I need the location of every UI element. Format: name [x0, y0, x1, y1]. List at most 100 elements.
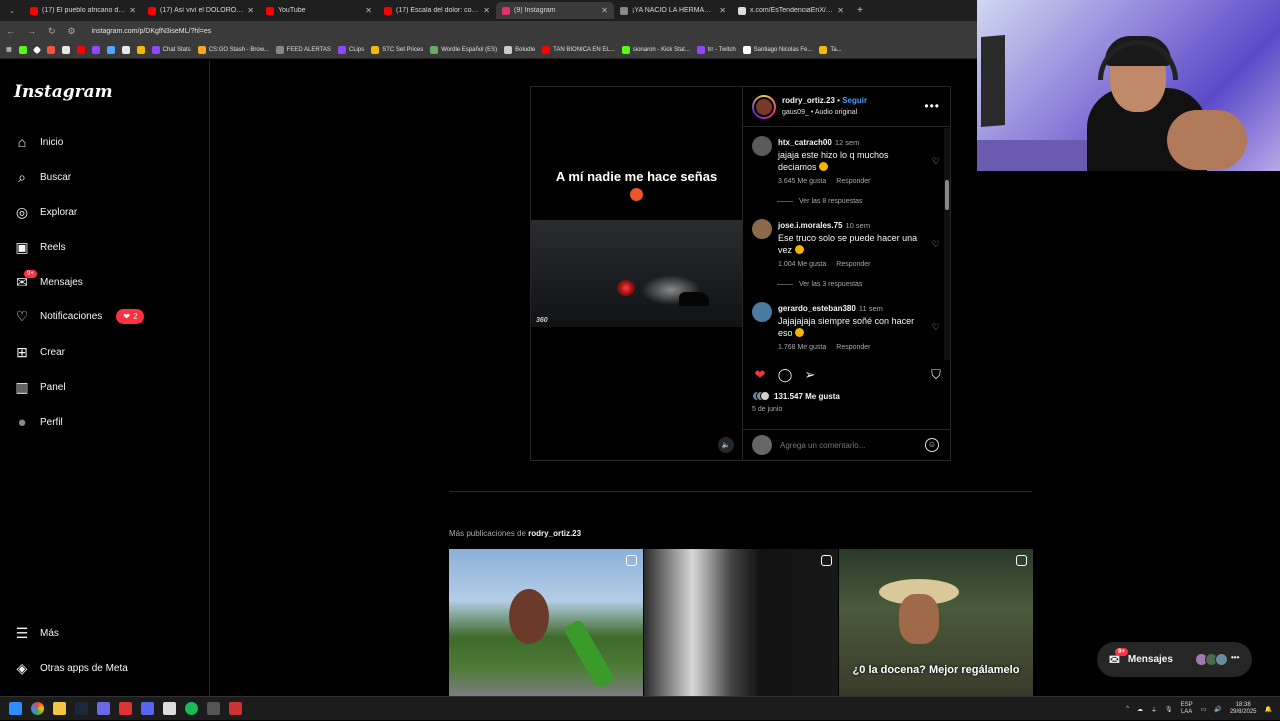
forward-icon[interactable]: →: [27, 26, 36, 36]
comment-time[interactable]: 12 sem: [835, 138, 860, 147]
tab-close-icon[interactable]: ✕: [129, 6, 136, 15]
app-icon[interactable]: [163, 702, 176, 715]
browser-tab[interactable]: YouTube ✕: [260, 2, 378, 19]
more-options-icon[interactable]: •••: [924, 99, 940, 113]
app-icon[interactable]: [207, 702, 220, 715]
share-icon[interactable]: ➢: [802, 367, 818, 383]
tab-close-icon[interactable]: ✕: [601, 6, 608, 15]
bookmark-icon[interactable]: [76, 45, 85, 54]
comment-likes[interactable]: 1.768 Me gusta: [778, 344, 826, 351]
sidebar-item-perfil[interactable]: ● Perfil: [14, 412, 62, 432]
tab-close-icon[interactable]: ✕: [247, 6, 254, 15]
kick-icon[interactable]: [18, 45, 27, 54]
tab-close-icon[interactable]: ✕: [365, 6, 372, 15]
sidebar-item-explorar[interactable]: ◎ Explorar: [14, 202, 77, 222]
commenter-username[interactable]: gerardo_esteban380: [778, 304, 856, 313]
mute-button[interactable]: 🔈: [718, 437, 734, 453]
language-indicator[interactable]: ESP LAA: [1181, 702, 1193, 716]
browser-tab[interactable]: (9) Instagram ✕: [496, 2, 614, 19]
bookmark-item[interactable]: FEED ALERTAS: [275, 45, 331, 54]
reply-button[interactable]: Responder: [836, 178, 870, 185]
back-icon[interactable]: ←: [6, 26, 15, 36]
instagram-logo[interactable]: Instagram: [14, 82, 113, 102]
mic-icon[interactable]: 🎙: [1165, 706, 1173, 713]
bookmark-item[interactable]: trr - Twitch: [696, 45, 736, 54]
commenter-username[interactable]: htx_catrach00: [778, 138, 832, 147]
post-date[interactable]: 5 de junio: [752, 406, 782, 413]
reply-button[interactable]: Responder: [836, 261, 870, 268]
browser-tab[interactable]: (17) El pueblo africano donde ... ✕: [24, 2, 142, 19]
comment-like-heart-icon[interactable]: ♡: [932, 156, 940, 167]
notification-bell-icon[interactable]: 🔔: [1265, 706, 1272, 713]
tab-close-icon[interactable]: ✕: [719, 6, 726, 15]
view-replies-button[interactable]: Ver las 8 respuestas: [777, 198, 862, 205]
bookmark-icon[interactable]: [136, 45, 145, 54]
chevron-up-icon[interactable]: ^: [1126, 706, 1129, 712]
comment-like-heart-icon[interactable]: ♡: [932, 239, 940, 250]
comments-scrollbar[interactable]: [944, 128, 950, 360]
reply-button[interactable]: Responder: [836, 344, 870, 351]
bookmark-icon[interactable]: [91, 45, 100, 54]
browser-tab[interactable]: x.com/EsTendenciaEnX/statu... ✕: [732, 2, 850, 19]
more-post-thumb[interactable]: ¿0 la docena? Mejor regálamelo: [839, 549, 1033, 696]
tab-close-icon[interactable]: ✕: [483, 6, 490, 15]
sidebar-item-crear[interactable]: ⊞ Crear: [14, 342, 65, 362]
bookmark-item[interactable]: Wordle Español (ES): [430, 45, 497, 54]
tab-close-icon[interactable]: ✕: [837, 6, 844, 15]
bookmark-item[interactable]: CS:GO Stash - Brow...: [197, 45, 269, 54]
bookmark-icon[interactable]: [106, 45, 115, 54]
app-icon[interactable]: [229, 702, 242, 715]
sidebar-item-panel[interactable]: ▥ Panel: [14, 377, 65, 397]
comment-likes[interactable]: 1.004 Me gusta: [778, 261, 826, 268]
discord-icon[interactable]: [97, 702, 110, 715]
sidebar-item-notificaciones[interactable]: ♡ Notificaciones ❤ 2: [14, 306, 145, 326]
emoji-picker-icon[interactable]: ☺: [925, 438, 939, 452]
comment-time[interactable]: 10 sem: [845, 221, 870, 230]
chrome-icon[interactable]: [31, 702, 44, 715]
post-video[interactable]: A mí nadie me hace señas 360 🔈: [531, 87, 742, 460]
sidebar-item-reels[interactable]: ▣ Reels: [14, 237, 65, 257]
follow-button[interactable]: Seguir: [842, 96, 867, 105]
bookmark-item[interactable]: Boludle: [504, 45, 535, 54]
more-posts-username[interactable]: rodry_ortiz.23: [528, 529, 581, 538]
start-icon[interactable]: [9, 702, 22, 715]
app-icon[interactable]: [119, 702, 132, 715]
commenter-avatar[interactable]: [752, 219, 772, 239]
likes-row[interactable]: 131.547 Me gusta: [752, 391, 840, 401]
more-post-thumb[interactable]: [449, 549, 643, 696]
network-icon[interactable]: ▭: [1201, 706, 1207, 713]
steam-icon[interactable]: [75, 702, 88, 715]
bookmark-icon[interactable]: [46, 45, 55, 54]
audio-label[interactable]: gaus09_ • Audio original: [782, 107, 867, 119]
bookmark-item[interactable]: sionaron - Kick Stat...: [621, 45, 690, 54]
comment-time[interactable]: 11 sem: [859, 304, 883, 313]
bookmark-icon[interactable]: [121, 45, 130, 54]
commenter-username[interactable]: jose.i.morales.75: [778, 221, 842, 230]
sidebar-item-mensajes[interactable]: ✉ 9+ Mensajes: [14, 270, 83, 292]
volume-icon[interactable]: 🔊: [1214, 706, 1221, 713]
bookmark-icon[interactable]: [61, 45, 70, 54]
bookmark-item[interactable]: STC Set Prices: [371, 45, 423, 54]
site-info-icon[interactable]: ⚙: [68, 26, 76, 37]
clock[interactable]: 18:38 29/8/2025: [1230, 702, 1257, 716]
more-post-thumb[interactable]: [644, 549, 838, 696]
sidebar-item-buscar[interactable]: ⌕ Buscar: [14, 167, 71, 187]
spotify-icon[interactable]: [185, 702, 198, 715]
browser-tab[interactable]: (17) Así viví el DOLOROSO RITU... ✕: [142, 2, 260, 19]
file-explorer-icon[interactable]: [53, 702, 66, 715]
sidebar-item-meta-apps[interactable]: ◈ Otras apps de Meta: [14, 658, 128, 678]
bookmark-item[interactable]: CLips: [337, 45, 364, 54]
reload-icon[interactable]: ↻: [48, 26, 56, 37]
comment-likes[interactable]: 3.645 Me gusta: [778, 178, 826, 185]
messages-pill-button[interactable]: ✉ 9+ Mensajes •••: [1097, 642, 1252, 677]
save-bookmark-icon[interactable]: ⛉: [928, 367, 944, 383]
usb-icon[interactable]: ⏚: [1151, 705, 1157, 714]
commenter-avatar[interactable]: [752, 302, 772, 322]
author-avatar[interactable]: [752, 94, 776, 119]
bookmark-item[interactable]: Ta...: [819, 45, 842, 54]
cloud-icon[interactable]: ☁: [1137, 706, 1143, 713]
browser-tab[interactable]: ¡YA NACIÓ LA HERMANA DE F... ✕: [614, 2, 732, 19]
new-tab-button[interactable]: +: [850, 5, 870, 16]
bookmark-item[interactable]: Santiago Nicolas Fe...: [742, 45, 812, 54]
scrollbar-thumb[interactable]: [945, 180, 949, 210]
